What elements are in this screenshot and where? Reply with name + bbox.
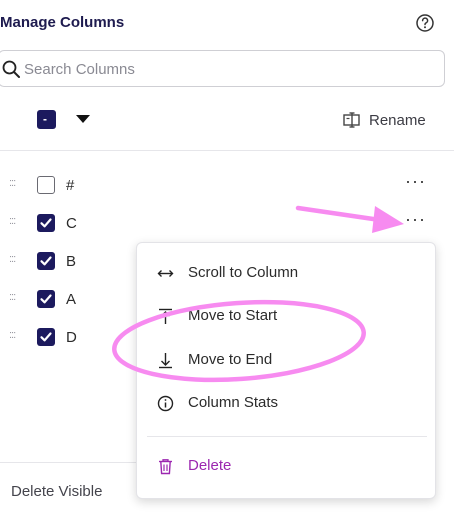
menu-divider xyxy=(147,436,427,437)
column-label: C xyxy=(66,215,77,232)
column-checkbox[interactable] xyxy=(37,328,55,346)
page-title: Manage Columns xyxy=(0,14,125,31)
checkmark-icon xyxy=(40,256,52,266)
menu-item-label: Column Stats xyxy=(188,394,279,411)
rename-icon xyxy=(343,112,360,128)
column-row[interactable]: ::: C ··· xyxy=(0,203,454,241)
question-circle-icon[interactable] xyxy=(415,13,435,33)
trash-icon xyxy=(159,459,172,475)
more-options-icon[interactable]: ··· xyxy=(405,209,426,230)
menu-item-label: Delete xyxy=(188,457,232,474)
drag-handle-icon[interactable]: ::: xyxy=(9,178,16,189)
drag-handle-icon[interactable]: ::: xyxy=(9,254,16,265)
column-checkbox[interactable] xyxy=(37,214,55,232)
search-box xyxy=(0,50,445,87)
arrow-up-to-bar-icon xyxy=(159,308,172,324)
drag-handle-icon[interactable]: ::: xyxy=(9,216,16,227)
search-input[interactable] xyxy=(24,57,424,81)
drag-handle-icon[interactable]: ::: xyxy=(9,292,16,303)
column-label: A xyxy=(66,291,77,308)
column-row[interactable]: ::: # ··· xyxy=(0,165,454,203)
rename-button[interactable]: Rename xyxy=(343,110,426,130)
horizontal-arrows-icon xyxy=(157,270,174,277)
checkmark-icon xyxy=(40,332,52,342)
menu-item-column-stats[interactable]: Column Stats xyxy=(137,386,435,420)
column-label: # xyxy=(66,177,75,194)
menu-item-label: Scroll to Column xyxy=(188,264,299,281)
more-options-icon[interactable]: ··· xyxy=(405,171,426,192)
info-circle-icon xyxy=(157,395,174,412)
arrow-down-to-bar-icon xyxy=(159,353,172,369)
column-label: D xyxy=(66,329,77,346)
menu-item-scroll-to-column[interactable]: Scroll to Column xyxy=(137,256,435,290)
search-icon xyxy=(2,60,20,78)
column-label: B xyxy=(66,253,77,270)
indeterminate-symbol: - xyxy=(43,112,47,126)
checkmark-icon xyxy=(40,218,52,228)
checkmark-icon xyxy=(40,294,52,304)
footer-divider xyxy=(0,462,140,463)
drag-handle-icon[interactable]: ::: xyxy=(9,330,16,341)
menu-item-move-to-start[interactable]: Move to Start xyxy=(137,299,435,333)
divider xyxy=(0,150,454,151)
column-checkbox[interactable] xyxy=(37,252,55,270)
delete-visible-button[interactable]: Delete Visible xyxy=(11,483,102,500)
menu-item-label: Move to Start xyxy=(188,307,278,324)
menu-item-move-to-end[interactable]: Move to End xyxy=(137,343,435,377)
select-all-checkbox[interactable]: - xyxy=(37,110,56,129)
menu-item-delete[interactable]: Delete xyxy=(137,449,435,483)
column-context-menu: Scroll to Column Move to Start Move to E… xyxy=(136,242,436,499)
column-checkbox[interactable] xyxy=(37,176,55,194)
rename-label: Rename xyxy=(369,111,426,129)
column-checkbox[interactable] xyxy=(37,290,55,308)
caret-down-icon[interactable] xyxy=(76,115,90,123)
menu-item-label: Move to End xyxy=(188,351,273,368)
